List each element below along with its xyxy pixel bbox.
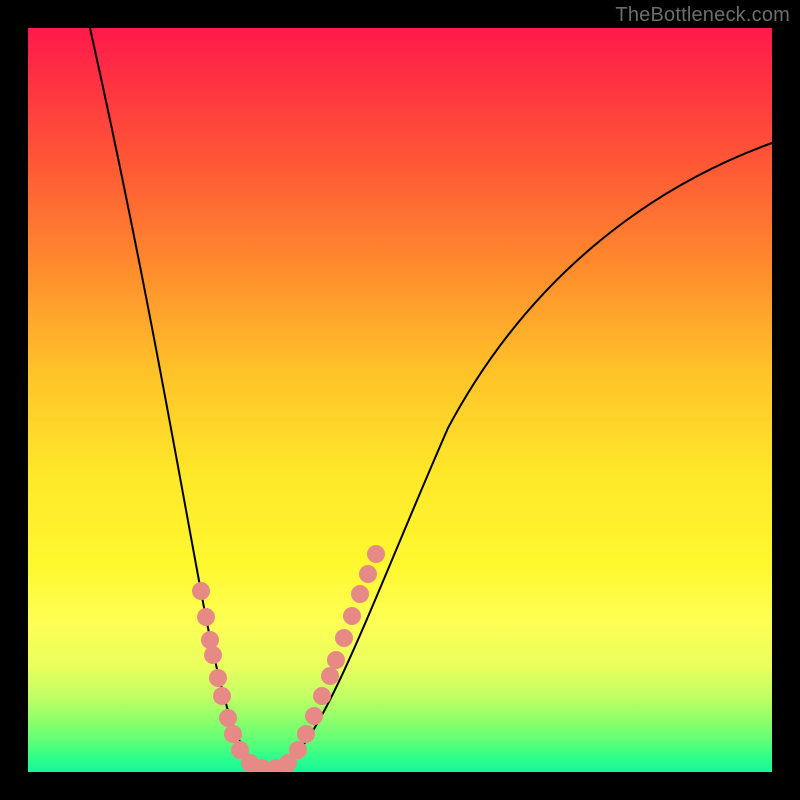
- data-marker: [313, 687, 331, 705]
- watermark-text: TheBottleneck.com: [615, 4, 790, 27]
- data-marker: [219, 709, 237, 727]
- data-marker: [289, 741, 307, 759]
- data-marker: [192, 582, 210, 600]
- data-marker: [209, 669, 227, 687]
- data-marker: [224, 725, 242, 743]
- data-marker: [343, 607, 361, 625]
- data-marker: [213, 687, 231, 705]
- data-marker: [305, 707, 323, 725]
- data-marker: [327, 651, 345, 669]
- markers-layer: [28, 28, 772, 772]
- markers-right: [279, 545, 385, 772]
- data-marker: [351, 585, 369, 603]
- markers-left: [192, 582, 285, 772]
- data-marker: [367, 545, 385, 563]
- data-marker: [204, 646, 222, 664]
- data-marker: [197, 608, 215, 626]
- plot-area: [28, 28, 772, 772]
- data-marker: [359, 565, 377, 583]
- chart-stage: TheBottleneck.com: [0, 0, 800, 800]
- data-marker: [321, 667, 339, 685]
- data-marker: [201, 631, 219, 649]
- data-marker: [297, 725, 315, 743]
- data-marker: [335, 629, 353, 647]
